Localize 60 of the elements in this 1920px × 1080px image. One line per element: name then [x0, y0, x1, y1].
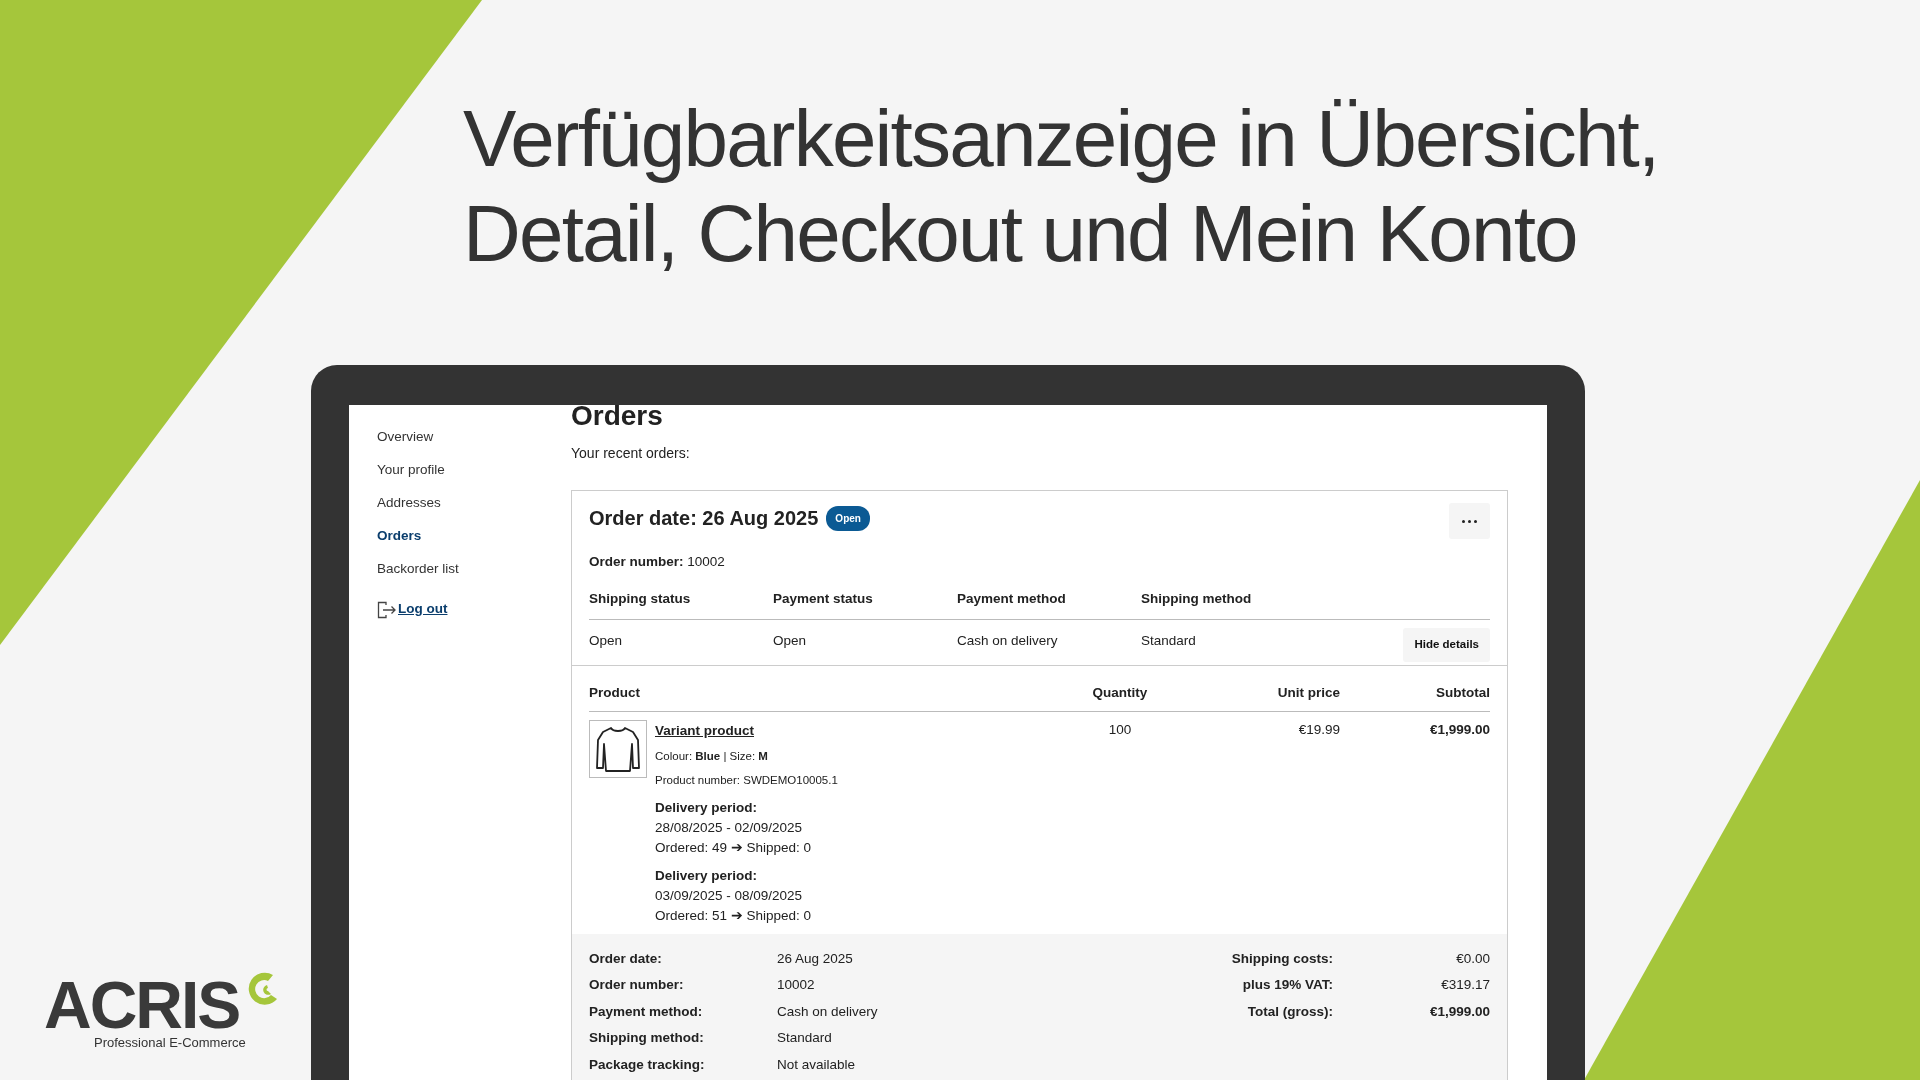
- delivery-status: Ordered: 49 ➔ Shipped: 0: [655, 838, 812, 857]
- logout-link[interactable]: Log out: [377, 599, 448, 620]
- delivery-range: 28/08/2025 - 02/09/2025: [655, 818, 803, 837]
- table-cell: 100: [1108, 721, 1132, 737]
- summary-label: Order date:: [589, 949, 663, 968]
- summary-label: Shipping method:: [589, 1029, 705, 1047]
- delivery-label: Delivery period:: [655, 798, 758, 817]
- summary-label: Order number:: [589, 976, 685, 994]
- logo-wordmark: ACRIS: [44, 975, 240, 1035]
- table-cell: Cash on delivery: [957, 633, 1058, 649]
- column-header: Payment method: [957, 572, 1141, 621]
- column-header: Payment status: [773, 572, 957, 621]
- headline: Detail, Checkout und Mein Konto: [463, 188, 1577, 280]
- summary-label: plus 19% VAT:: [1241, 976, 1333, 994]
- order-title: Order date: 26 Aug 2025: [589, 506, 819, 531]
- column-header: Subtotal: [1436, 684, 1490, 700]
- sidebar-link[interactable]: Orders: [377, 526, 422, 546]
- table-cell: Open: [773, 633, 807, 649]
- delivery-label: Delivery period:: [655, 866, 758, 885]
- more-icon: [1462, 519, 1477, 523]
- more-button[interactable]: [1449, 503, 1490, 539]
- summary-value: Standard: [777, 1029, 832, 1047]
- column-header: Quantity: [1092, 684, 1148, 700]
- logout-icon: [377, 601, 396, 620]
- order-number: Order number: 10002: [589, 553, 725, 571]
- sidebar-link[interactable]: Backorder list: [377, 559, 459, 579]
- summary-value: Not available: [777, 1055, 856, 1074]
- product-number: Product number: SWDEMO10005.1: [655, 773, 838, 789]
- summary-label: Shipping costs:: [1230, 949, 1333, 968]
- logo-tagline: Professional E-Commerce: [94, 1035, 246, 1051]
- summary-label: Total (gross):: [1246, 1002, 1333, 1021]
- table-cell: €1,999.00: [1429, 721, 1490, 737]
- delivery-range: 03/09/2025 - 08/09/2025: [655, 886, 803, 905]
- table-cell: Open: [589, 633, 623, 649]
- summary-value: €319.17: [1440, 976, 1490, 994]
- table-cell: €19.99: [1298, 721, 1340, 737]
- status-badge: Open: [826, 505, 870, 531]
- page-title: Orders: [571, 405, 663, 432]
- shirt-icon: [596, 724, 640, 773]
- product-link[interactable]: Variant product: [655, 722, 754, 738]
- summary-value: Cash on delivery: [777, 1002, 878, 1021]
- summary-value: €1,999.00: [1428, 1002, 1490, 1021]
- table-cell: Standard: [1141, 633, 1196, 649]
- sidebar-link[interactable]: Addresses: [377, 493, 441, 513]
- sidebar-link[interactable]: Overview: [377, 427, 434, 447]
- summary-value: 10002: [777, 976, 815, 994]
- hide-details-button[interactable]: Hide details: [1403, 628, 1490, 662]
- headline: Verfügbarkeitsanzeige in Übersicht,: [463, 93, 1659, 185]
- summary-label: Package tracking:: [589, 1055, 706, 1074]
- summary-value: 26 Aug 2025: [777, 949, 853, 968]
- column-header: Shipping status: [589, 572, 773, 621]
- product-options: Colour: Blue | Size: M: [655, 748, 768, 766]
- column-header: Unit price: [1277, 684, 1340, 700]
- column-header: Shipping method: [1141, 572, 1325, 621]
- page-subtitle: Your recent orders:: [571, 444, 690, 463]
- summary-value: €0.00: [1455, 949, 1490, 968]
- column-header: Product: [589, 684, 640, 700]
- sidebar-link[interactable]: Your profile: [377, 460, 445, 480]
- summary-label: Payment method:: [589, 1002, 704, 1021]
- delivery-status: Ordered: 51 ➔ Shipped: 0: [655, 906, 812, 925]
